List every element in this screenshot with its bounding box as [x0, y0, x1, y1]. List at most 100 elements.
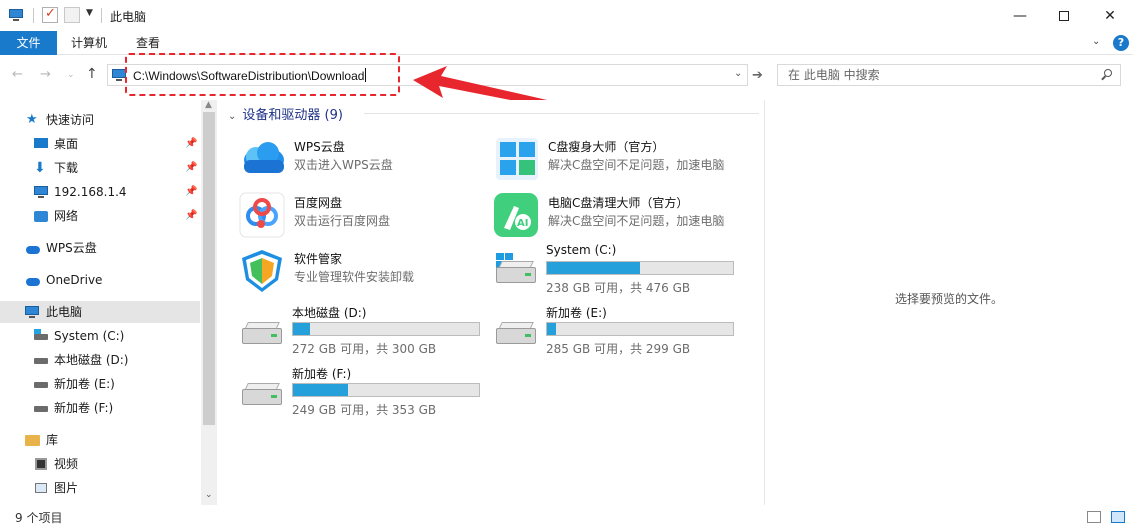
- recent-locations-chevron-icon[interactable]: ⌄: [67, 70, 75, 80]
- tile-wps-cloud[interactable]: WPS云盘 双击进入WPS云盘: [238, 134, 488, 186]
- sidebar-item-drive-c[interactable]: System (C:): [0, 325, 200, 347]
- up-arrow-icon[interactable]: ↑: [86, 66, 98, 82]
- tab-file[interactable]: 文件: [0, 31, 57, 55]
- download-icon: ⬇: [34, 160, 46, 176]
- svg-text:AI: AI: [517, 218, 528, 229]
- sidebar-item-label: 新加卷 (F:): [54, 401, 114, 415]
- drive-name: 新加卷 (F:): [292, 367, 352, 381]
- details-view-icon[interactable]: [1087, 511, 1101, 523]
- network-icon: [33, 209, 49, 223]
- sidebar-item-library[interactable]: 库: [0, 429, 200, 451]
- help-icon[interactable]: ?: [1113, 35, 1129, 51]
- tile-software-manager[interactable]: 软件管家 专业管理软件安装卸载: [238, 246, 488, 298]
- this-pc-icon: [24, 305, 40, 319]
- drive-icon: [492, 314, 538, 352]
- ribbon-expand-icon[interactable]: ⌄: [1092, 36, 1100, 47]
- drive-usage-fill: [547, 323, 556, 335]
- back-arrow-icon[interactable]: ←: [12, 67, 23, 82]
- search-input[interactable]: [778, 65, 1098, 85]
- sidebar-item-label: WPS云盘: [46, 241, 97, 255]
- preview-pane: 选择要预览的文件。: [764, 100, 1133, 505]
- drive-space-info: 285 GB 可用，共 299 GB: [546, 342, 691, 356]
- search-box[interactable]: [777, 64, 1121, 86]
- sidebar-item-pictures[interactable]: 图片: [0, 477, 200, 499]
- group-header-devices[interactable]: ⌄ 设备和驱动器 (9): [228, 104, 343, 123]
- tile-name: 电脑C盘清理大师（官方）: [548, 196, 689, 210]
- sidebar-scrollbar[interactable]: ▲ ⌄: [201, 100, 217, 505]
- navigation-pane: ★ 快速访问 桌面 📌 ⬇ 下载 📌 192.168.1.4 📌 网络 📌 WP…: [0, 100, 217, 505]
- chevron-down-icon: ⌄: [228, 111, 237, 122]
- drive-usage-bar: [292, 383, 480, 397]
- address-input[interactable]: C:\Windows\SoftwareDistribution\Download: [133, 68, 367, 83]
- drive-name: 新加卷 (E:): [546, 306, 607, 320]
- sidebar-item-drive-e[interactable]: 新加卷 (E:): [0, 373, 200, 395]
- sidebar-item-drive-f[interactable]: 新加卷 (F:): [0, 397, 200, 419]
- search-icon[interactable]: [1100, 68, 1114, 82]
- sidebar-item-label: 192.168.1.4: [54, 185, 127, 199]
- tile-drive-d[interactable]: 本地磁盘 (D:) 272 GB 可用，共 300 GB: [238, 304, 488, 360]
- sidebar-item-drive-d[interactable]: 本地磁盘 (D:): [0, 349, 200, 371]
- sidebar-item-label: 网络: [54, 209, 79, 223]
- sidebar-item-label: 库: [46, 433, 59, 447]
- properties-check-icon[interactable]: [42, 6, 58, 23]
- c-drive-slimmer-icon: [496, 138, 538, 180]
- sidebar-item-label: 新加卷 (E:): [54, 377, 115, 391]
- drive-icon: [238, 375, 284, 413]
- tab-view[interactable]: 查看: [136, 31, 160, 55]
- new-folder-icon[interactable]: [64, 7, 80, 23]
- picture-icon: [33, 481, 49, 495]
- sidebar-item-videos[interactable]: 视频: [0, 453, 200, 475]
- tiles-view-icon[interactable]: [1111, 511, 1125, 523]
- sidebar-item-this-pc[interactable]: 此电脑: [0, 301, 200, 323]
- this-pc-icon: [111, 68, 127, 82]
- preview-placeholder-text: 选择要预览的文件。: [895, 292, 1004, 306]
- scroll-up-icon[interactable]: ▲: [205, 100, 212, 110]
- address-bar[interactable]: C:\Windows\SoftwareDistribution\Download…: [107, 64, 748, 86]
- maximize-button[interactable]: [1041, 0, 1087, 31]
- sidebar-item-wps-cloud[interactable]: WPS云盘: [0, 237, 200, 259]
- scroll-thumb[interactable]: [203, 112, 215, 425]
- drive-usage-bar: [546, 322, 734, 336]
- forward-arrow-icon[interactable]: →: [40, 67, 51, 82]
- drive-usage-fill: [547, 262, 640, 274]
- tile-name: 百度网盘: [294, 196, 343, 210]
- quick-access-dropdown-icon[interactable]: ▼: [86, 8, 93, 18]
- sidebar-item-label: 图片: [54, 481, 79, 495]
- sidebar-item-label: 视频: [54, 457, 79, 471]
- system-drive-icon: [33, 329, 49, 343]
- tile-drive-c[interactable]: System (C:) 238 GB 可用，共 476 GB: [492, 243, 742, 299]
- divider: [33, 8, 34, 23]
- sidebar-item-quick-access[interactable]: ★ 快速访问: [0, 109, 200, 131]
- navigation-bar: ← → ⌄ ↑ C:\Windows\SoftwareDistribution\…: [0, 56, 1133, 94]
- divider: [101, 8, 102, 23]
- desktop-icon: [33, 137, 49, 151]
- go-arrow-icon[interactable]: ➔: [752, 68, 763, 83]
- pin-icon: 📌: [185, 210, 198, 221]
- tile-name: WPS云盘: [294, 140, 345, 154]
- tile-description: 专业管理软件安装卸载: [294, 270, 415, 284]
- tile-baidu-netdisk[interactable]: 百度网盘 双击运行百度网盘: [238, 190, 488, 242]
- minimize-button[interactable]: —: [997, 0, 1043, 31]
- onedrive-cloud-icon: [24, 273, 40, 287]
- scroll-down-icon[interactable]: ⌄: [205, 490, 213, 500]
- sidebar-item-network[interactable]: 网络 📌: [0, 205, 200, 227]
- sidebar-item-downloads[interactable]: ⬇ 下载 📌: [0, 157, 200, 179]
- sidebar-item-label: 下载: [54, 161, 79, 175]
- address-dropdown-icon[interactable]: ⌄: [734, 68, 742, 79]
- tile-c-drive-slimmer[interactable]: C盘瘦身大师（官方） 解决C盘空间不足问题，加速电脑: [492, 134, 742, 186]
- sidebar-item-remote-pc[interactable]: 192.168.1.4 📌: [0, 181, 200, 203]
- tile-c-drive-cleaner[interactable]: AI 电脑C盘清理大师（官方） 解决C盘空间不足问题，加速电脑: [492, 190, 742, 242]
- tile-name: 软件管家: [294, 252, 343, 266]
- tab-computer[interactable]: 计算机: [71, 31, 107, 55]
- close-button[interactable]: ✕: [1087, 0, 1133, 31]
- system-drive-icon: [492, 253, 538, 291]
- this-pc-icon[interactable]: [8, 7, 24, 23]
- tile-drive-e[interactable]: 新加卷 (E:) 285 GB 可用，共 299 GB: [492, 304, 742, 360]
- sidebar-item-desktop[interactable]: 桌面 📌: [0, 133, 200, 155]
- tile-drive-f[interactable]: 新加卷 (F:) 249 GB 可用，共 353 GB: [238, 365, 488, 421]
- drive-name: System (C:): [546, 243, 617, 257]
- library-icon: [24, 433, 40, 447]
- baidu-netdisk-icon: [239, 192, 285, 238]
- drive-usage-fill: [293, 384, 348, 396]
- sidebar-item-onedrive[interactable]: OneDrive: [0, 269, 200, 291]
